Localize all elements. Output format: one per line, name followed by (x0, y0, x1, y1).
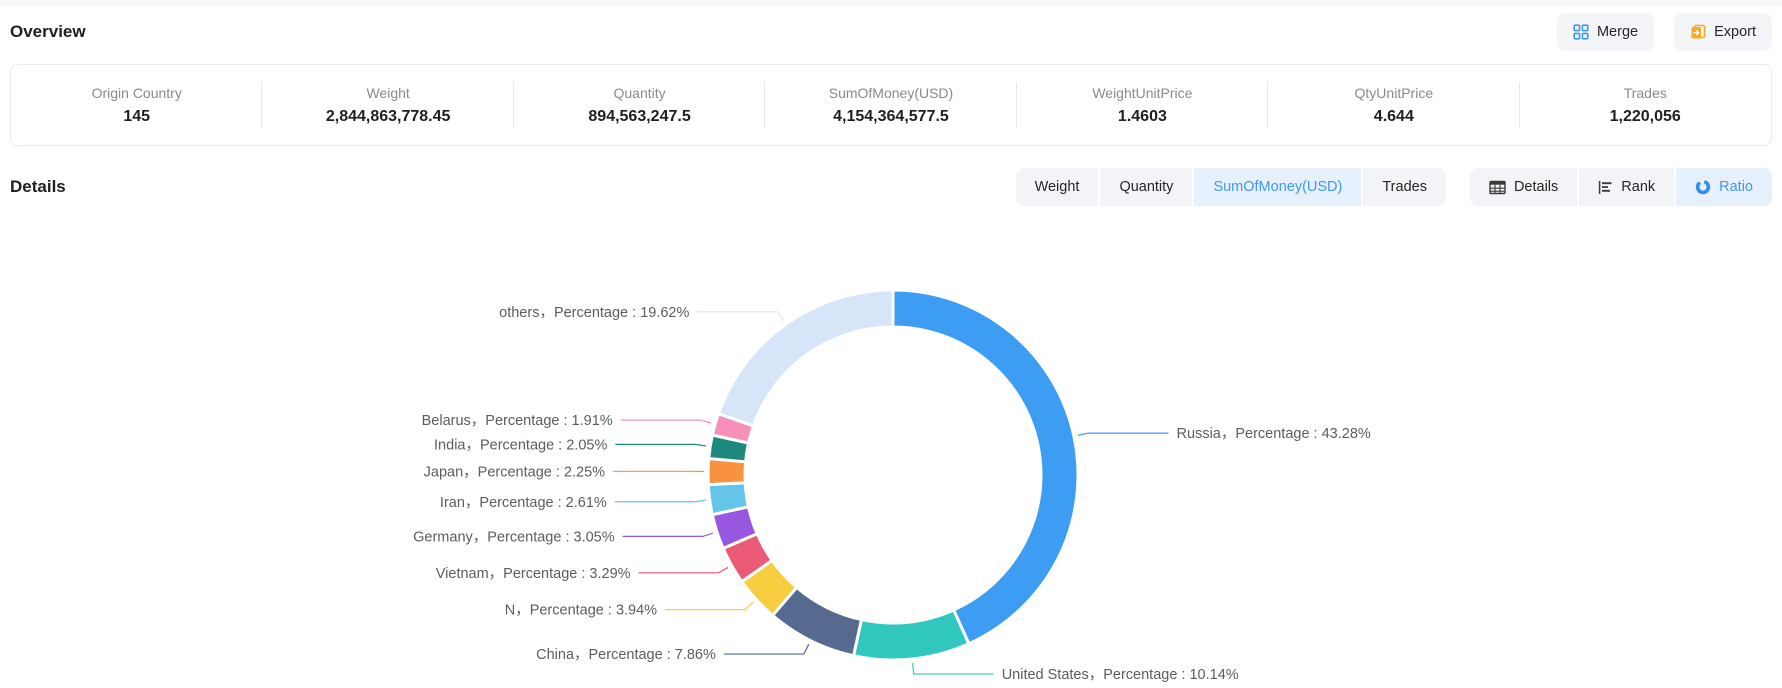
stat-value: 4.644 (1268, 108, 1519, 126)
tab-trades[interactable]: Trades (1363, 168, 1446, 206)
tab-label: SumOfMoney(USD) (1213, 179, 1342, 195)
slice-label-belarus: Belarus，Percentage : 1.91% (422, 413, 613, 429)
label-line-germany (623, 533, 713, 536)
tab-label: Weight (1035, 179, 1080, 195)
label-line-iran (615, 500, 706, 501)
pie-slice-others[interactable] (718, 290, 893, 426)
stat-label: Origin Country (11, 85, 262, 101)
tab-label: Quantity (1119, 179, 1173, 195)
tab-weight[interactable]: Weight (1016, 168, 1099, 206)
slice-label-india: India，Percentage : 2.05% (434, 437, 607, 453)
details-title: Details (10, 177, 66, 197)
pie-slice-united-states[interactable] (854, 610, 969, 660)
label-line-belarus (621, 420, 712, 423)
export-button-label: Export (1714, 24, 1756, 40)
stat-quantity: Quantity 894,563,247.5 (514, 85, 765, 126)
stat-trades: Trades 1,220,056 (1520, 85, 1771, 126)
stat-label: Weight (262, 85, 513, 101)
tab-label: Ratio (1719, 179, 1753, 195)
pie-slice-russia[interactable] (893, 290, 1078, 644)
merge-button-label: Merge (1597, 24, 1638, 40)
slice-label-united-states: United States，Percentage : 10.14% (1002, 667, 1239, 683)
export-file-icon (1690, 24, 1706, 40)
view-tabs: Details Rank Ratio (1470, 168, 1772, 206)
rank-icon (1598, 180, 1613, 195)
ratio-pie-icon (1695, 179, 1711, 195)
stat-value: 1,220,056 (1520, 108, 1771, 126)
slice-label-others: others，Percentage : 19.62% (499, 305, 689, 321)
stat-origin-country: Origin Country 145 (11, 85, 262, 126)
slice-label-vietnam: Vietnam，Percentage : 3.29% (436, 566, 631, 582)
stat-label: Quantity (514, 85, 765, 101)
topbar: Overview Merge Export (0, 6, 1782, 58)
stat-sum-of-money: SumOfMoney(USD) 4,154,364,577.5 (765, 85, 1016, 126)
merge-grid-icon (1573, 24, 1589, 40)
tab-label: Rank (1621, 179, 1655, 195)
tab-ratio-view[interactable]: Ratio (1676, 168, 1772, 206)
page-title: Overview (10, 22, 86, 42)
stat-value: 1.4603 (1017, 108, 1268, 126)
slice-label-germany: Germany，Percentage : 3.05% (413, 529, 615, 545)
tab-label: Details (1514, 179, 1558, 195)
tab-details-view[interactable]: Details (1470, 168, 1577, 206)
label-line-china (724, 644, 809, 654)
ratio-chart-section: Russia，Percentage : 43.28% United States，… (0, 206, 1782, 686)
stat-label: WeightUnitPrice (1017, 85, 1268, 101)
stat-value: 145 (11, 108, 262, 126)
merge-button[interactable]: Merge (1557, 13, 1654, 51)
donut-chart: Russia，Percentage : 43.28% United States，… (0, 206, 1782, 686)
details-bar: Details Weight Quantity SumOfMoney(USD) … (10, 168, 1772, 206)
stat-label: QtyUnitPrice (1268, 85, 1519, 101)
export-button[interactable]: Export (1674, 13, 1772, 51)
stat-qty-unit-price: QtyUnitPrice 4.644 (1268, 85, 1519, 126)
stat-weight-unit-price: WeightUnitPrice 1.4603 (1017, 85, 1268, 126)
table-icon (1489, 180, 1506, 195)
label-line-united-states (913, 663, 994, 674)
label-line-vietnam (639, 567, 729, 572)
label-line-others (697, 312, 783, 321)
label-line-india (615, 444, 706, 446)
overview-stats-card: Origin Country 145 Weight 2,844,863,778.… (10, 64, 1772, 146)
stat-label: SumOfMoney(USD) (765, 85, 1016, 101)
tab-label: Trades (1382, 179, 1427, 195)
slice-label-japan: Japan，Percentage : 2.25% (424, 464, 605, 480)
topbar-actions: Merge Export (1557, 13, 1772, 51)
tab-quantity[interactable]: Quantity (1100, 168, 1192, 206)
label-line-russia (1078, 433, 1169, 435)
slice-label-china: China，Percentage : 7.86% (536, 647, 716, 663)
stat-value: 2,844,863,778.45 (262, 108, 513, 126)
stat-value: 894,563,247.5 (514, 108, 765, 126)
slice-label-russia: Russia，Percentage : 43.28% (1177, 426, 1371, 442)
tab-rank-view[interactable]: Rank (1579, 168, 1674, 206)
stat-value: 4,154,364,577.5 (765, 108, 1016, 126)
metric-tabs: Weight Quantity SumOfMoney(USD) Trades (1016, 168, 1446, 206)
stat-label: Trades (1520, 85, 1771, 101)
slice-label-n: N，Percentage : 3.94% (505, 603, 657, 619)
stat-weight: Weight 2,844,863,778.45 (262, 85, 513, 126)
slice-label-iran: Iran，Percentage : 2.61% (440, 495, 607, 511)
label-line-n (665, 602, 753, 609)
details-controls: Weight Quantity SumOfMoney(USD) Trades D… (1016, 168, 1772, 206)
tab-sum-of-money[interactable]: SumOfMoney(USD) (1194, 168, 1361, 206)
